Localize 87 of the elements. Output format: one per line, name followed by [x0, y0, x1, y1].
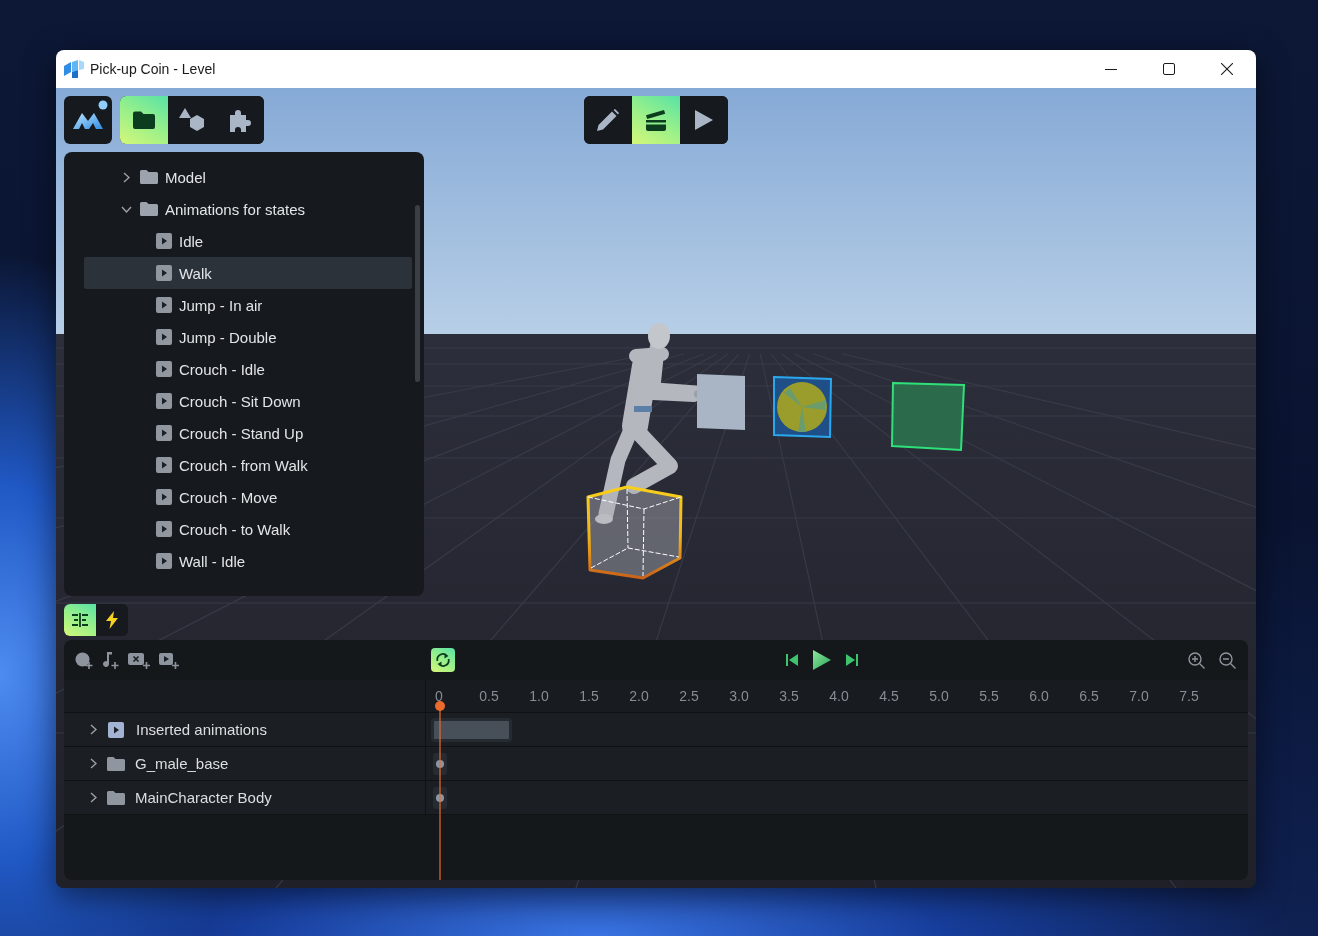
- animation-file-icon: [156, 329, 172, 345]
- zoom-out-button[interactable]: [1219, 651, 1236, 669]
- maximize-icon: [1163, 63, 1175, 75]
- loop-icon: [435, 652, 451, 668]
- files-tab[interactable]: [120, 96, 168, 144]
- shapes-icon: [179, 108, 205, 132]
- tree-item[interactable]: Walk: [84, 257, 412, 289]
- tree-item[interactable]: Idle: [84, 225, 412, 257]
- ruler-label: 5.5: [978, 688, 1000, 704]
- skip-back-icon: [785, 654, 798, 666]
- ruler-label: 0: [434, 688, 444, 704]
- animation-file-icon: [156, 553, 172, 569]
- square-panel: [697, 374, 745, 430]
- folder-icon: [140, 170, 158, 184]
- tree-item[interactable]: Crouch - Move: [84, 481, 412, 513]
- animation-file-icon: [156, 233, 172, 249]
- ruler-label: 4.0: [828, 688, 850, 704]
- animate-mode-tab[interactable]: [632, 96, 680, 144]
- tree-item[interactable]: Crouch - to Walk: [84, 513, 412, 545]
- ruler-label: 7.5: [1178, 688, 1200, 704]
- minimize-icon: [1105, 68, 1117, 70]
- app-logo-icon: [64, 60, 84, 78]
- play-icon: [695, 110, 713, 130]
- tree-item[interactable]: Crouch - Stand Up: [84, 417, 412, 449]
- ruler-label: 3.5: [778, 688, 800, 704]
- x-box-plus-icon: [128, 651, 150, 669]
- animation-file-icon: [156, 265, 172, 281]
- ruler-label: 6.5: [1078, 688, 1100, 704]
- animation-file-icon: [156, 393, 172, 409]
- folder-icon: [107, 790, 125, 805]
- window-title: Pick-up Coin - Level: [90, 61, 216, 77]
- animation-file-icon: [156, 297, 172, 313]
- lightning-icon: [106, 611, 118, 629]
- ruler-label: 1.5: [578, 688, 600, 704]
- play-icon: [812, 650, 831, 670]
- ruler-label: 0.5: [478, 688, 500, 704]
- pencil-icon: [597, 109, 619, 131]
- sphere-plus-icon: [75, 651, 93, 669]
- scrollbar[interactable]: [415, 205, 420, 382]
- skip-forward-icon: [845, 654, 858, 666]
- video-plus-icon: [159, 651, 179, 669]
- folder-icon: [140, 202, 158, 216]
- tree-item[interactable]: Crouch - Idle: [84, 353, 412, 385]
- tree-item[interactable]: Model: [84, 161, 412, 193]
- animation-file-icon: [108, 721, 124, 738]
- clapperboard-icon: [645, 109, 667, 131]
- logo-icon: [73, 111, 103, 129]
- ruler-label: 2.5: [678, 688, 700, 704]
- tree-item[interactable]: Jump - In air: [84, 289, 412, 321]
- ruler-label: 5.0: [928, 688, 950, 704]
- tree-item[interactable]: Wall - Idle: [84, 545, 412, 577]
- folder-icon: [107, 756, 125, 771]
- animation-file-icon: [156, 521, 172, 537]
- ruler-label: 1.0: [528, 688, 550, 704]
- animation-clip[interactable]: [431, 717, 512, 742]
- tree-item[interactable]: Crouch - from Walk: [84, 449, 412, 481]
- loop-toggle[interactable]: [431, 648, 455, 672]
- add-object-button[interactable]: [75, 651, 93, 669]
- playhead[interactable]: [434, 700, 446, 880]
- animation-file-icon: [156, 361, 172, 377]
- animation-file-icon: [156, 489, 172, 505]
- ruler-label: 2.0: [628, 688, 650, 704]
- folder-icon: [133, 111, 155, 129]
- ruler-label: 6.0: [1028, 688, 1050, 704]
- zoom-in-button[interactable]: [1188, 651, 1205, 669]
- timeline-tab[interactable]: [64, 604, 96, 636]
- zoom-out-icon: [1219, 651, 1236, 669]
- add-variable-button[interactable]: [128, 651, 150, 669]
- add-animation-button[interactable]: [159, 651, 179, 669]
- tree-item[interactable]: Crouch - Sit Down: [84, 385, 412, 417]
- music-note-plus-icon: [102, 651, 119, 669]
- app-menu-button[interactable]: [64, 96, 112, 144]
- ruler-label: 4.5: [878, 688, 900, 704]
- notification-dot-icon: [98, 100, 108, 110]
- ruler-label: 7.0: [1128, 688, 1150, 704]
- add-audio-button[interactable]: [102, 651, 119, 669]
- tree-item[interactable]: Jump - Double: [84, 321, 412, 353]
- animation-file-icon: [156, 425, 172, 441]
- tree-item[interactable]: Animations for states: [84, 193, 412, 225]
- timeline-icon: [71, 613, 89, 627]
- animation-file-icon: [156, 457, 172, 473]
- puzzle-icon: [228, 108, 252, 132]
- coin-in-frame: [773, 375, 832, 439]
- zoom-in-icon: [1188, 651, 1205, 669]
- play-button[interactable]: [811, 648, 832, 672]
- ruler-label: 3.0: [728, 688, 750, 704]
- close-icon: [1221, 63, 1233, 75]
